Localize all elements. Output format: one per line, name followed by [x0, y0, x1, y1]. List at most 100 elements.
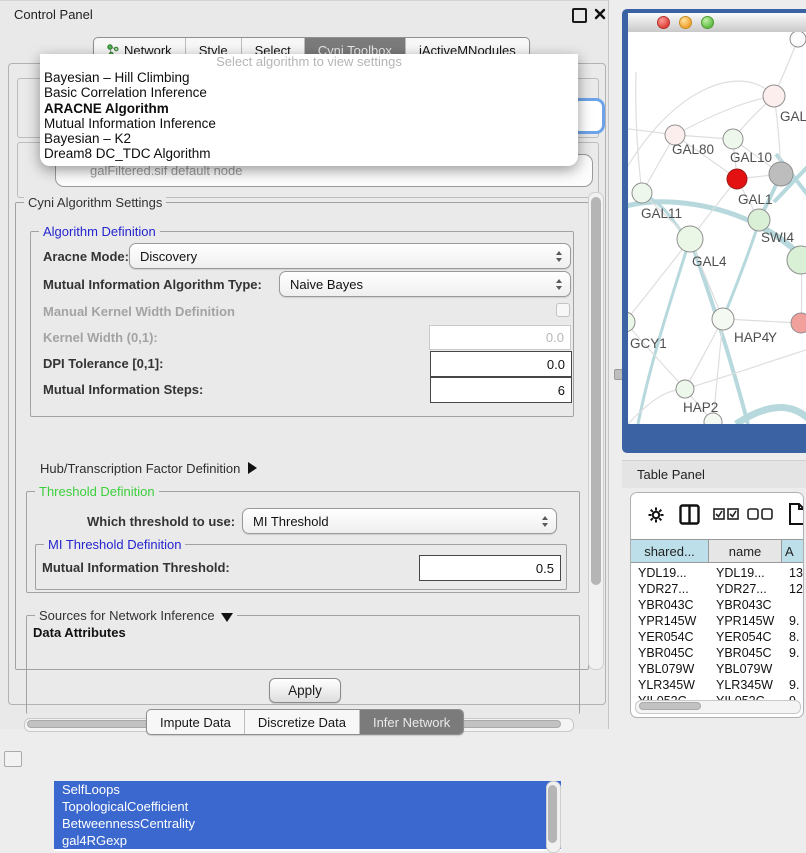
table-cell[interactable]: YDL19... — [709, 565, 782, 581]
aracne-mode-combobox[interactable]: Discovery — [129, 243, 571, 269]
table-row[interactable]: YBR043CYBR043C — [631, 597, 803, 613]
table-cell[interactable]: YER054C — [631, 629, 709, 645]
hub-transcription-factor-section[interactable]: Hub/Transcription Factor Definition — [40, 461, 257, 476]
network-node-hap4[interactable] — [712, 308, 734, 330]
tab-impute-data[interactable]: Impute Data — [147, 710, 244, 734]
tab-infer-network[interactable]: Infer Network — [359, 710, 463, 734]
network-node-swi4[interactable] — [748, 209, 770, 231]
cyni-algorithm-settings-panel: Cyni Algorithm Settings Algorithm Defini… — [15, 202, 589, 670]
table-cell[interactable]: YER054C — [709, 629, 782, 645]
table-cell[interactable]: YPR145W — [709, 613, 782, 629]
table-cell[interactable]: YLR345W — [709, 677, 782, 693]
table-cell[interactable]: YDL19... — [631, 565, 709, 581]
table-row[interactable]: YBL079WYBL079W — [631, 661, 803, 677]
expand-arrow-icon[interactable] — [248, 462, 257, 474]
network-node-y[interactable] — [791, 313, 806, 333]
table-row[interactable]: YPR145WYPR145W9. — [631, 613, 803, 629]
document-icon[interactable] — [788, 502, 804, 526]
network-node-gal10[interactable] — [723, 129, 743, 149]
table-row[interactable]: YDL19...YDL19...13 — [631, 565, 803, 581]
select-all-checkboxes-icon[interactable] — [713, 508, 739, 520]
threshold-definition-fieldset: Threshold Definition Which threshold to … — [26, 491, 580, 593]
table-cell[interactable]: YBR043C — [631, 597, 709, 613]
table-cell[interactable]: YLR345W — [631, 677, 709, 693]
apply-button[interactable]: Apply — [269, 678, 341, 703]
network-node-gal1[interactable] — [727, 169, 747, 189]
table-cell[interactable]: YDR27... — [631, 581, 709, 597]
threshold-definition-legend: Threshold Definition — [35, 484, 159, 499]
algorithm-option-aracne-algorithm[interactable]: ARACNE Algorithm — [40, 101, 578, 116]
settings-gear-icon[interactable] — [647, 506, 665, 524]
close-traffic-light[interactable] — [657, 16, 670, 29]
algorithm-option-basic-correlation-inference[interactable]: Basic Correlation Inference — [40, 85, 578, 100]
minimize-traffic-light[interactable] — [679, 16, 692, 29]
table-cell[interactable] — [782, 661, 803, 677]
table-cell[interactable]: YBL079W — [631, 661, 709, 677]
algorithm-option-dream8-dc-tdc-algorithm[interactable]: Dream8 DC_TDC Algorithm — [40, 146, 578, 161]
table-cell[interactable]: 13 — [782, 565, 803, 581]
data-attribute-item-topologicalcoefficient[interactable]: TopologicalCoefficient — [54, 798, 561, 815]
algorithm-option-mutual-information-inference[interactable]: Mutual Information Inference — [40, 116, 578, 131]
table-cell[interactable]: YPR145W — [631, 613, 709, 629]
kernel-width-input[interactable]: 0.0 — [429, 325, 571, 350]
manual-kernel-width-label: Manual Kernel Width Definition — [43, 304, 235, 319]
table-row[interactable]: YER054CYER054C8. — [631, 629, 803, 645]
table-cell[interactable]: 9. — [782, 613, 803, 629]
table-cell[interactable]: YBR045C — [631, 645, 709, 661]
combo-spinner-icon — [542, 516, 548, 527]
table-cell[interactable]: YDR27... — [709, 581, 782, 597]
table-cell[interactable]: 8. — [782, 629, 803, 645]
network-node-gcy1[interactable] — [628, 312, 635, 332]
mi-steps-input[interactable]: 6 — [430, 377, 572, 403]
manual-kernel-width-checkbox[interactable] — [556, 303, 570, 317]
close-icon[interactable] — [594, 8, 606, 20]
mi-algorithm-type-combobox[interactable]: Naive Bayes — [279, 271, 571, 297]
table-cell[interactable]: YBR043C — [709, 597, 782, 613]
zoom-traffic-light[interactable] — [701, 16, 714, 29]
table-cell[interactable]: 12 — [782, 581, 803, 597]
network-window-titlebar[interactable] — [628, 13, 806, 33]
table-cell[interactable]: YBR045C — [709, 645, 782, 661]
network-canvas[interactable]: GALGAL80GAL10GAL1GAL11SWI4GAL4GCY1HAP4YH… — [628, 32, 806, 424]
network-node-gal[interactable] — [763, 85, 785, 107]
network-node[interactable] — [787, 246, 806, 274]
network-node-gal4[interactable] — [677, 226, 703, 252]
algorithm-definition-fieldset: Algorithm Definition Aracne Mode: Discov… — [30, 231, 574, 417]
attribute-list-scrollbar[interactable] — [546, 781, 561, 853]
deselect-all-checkboxes-icon[interactable] — [747, 508, 773, 520]
settings-vertical-scrollbar[interactable] — [588, 192, 604, 670]
table-horizontal-scrollbar[interactable] — [635, 700, 801, 714]
column-header-clipped[interactable]: A — [782, 540, 803, 562]
network-node[interactable] — [769, 162, 793, 186]
data-attribute-item-gal4rgexp[interactable]: gal4RGexp — [54, 832, 561, 849]
mutual-information-threshold-input[interactable]: 0.5 — [419, 555, 561, 581]
table-row[interactable]: YDR27...YDR27...12 — [631, 581, 803, 597]
table-row[interactable]: YLR345WYLR345W9. — [631, 677, 803, 693]
table-cell[interactable] — [782, 597, 803, 613]
data-attribute-item-betweennesscentrality[interactable]: BetweennessCentrality — [54, 815, 561, 832]
node-label: GAL11 — [641, 206, 682, 221]
network-node[interactable] — [790, 32, 806, 47]
tab-label: Discretize Data — [258, 715, 346, 730]
data-attribute-item-selfloops[interactable]: SelfLoops — [54, 781, 561, 798]
collapse-arrow-icon[interactable] — [221, 613, 233, 622]
network-node-gal11[interactable] — [632, 183, 652, 203]
table-cell[interactable]: 9. — [782, 645, 803, 661]
table-row[interactable]: YBR045CYBR045C9. — [631, 645, 803, 661]
data-attributes-list[interactable]: SelfLoopsTopologicalCoefficientBetweenne… — [54, 781, 561, 851]
algorithm-option-bayesian-k2[interactable]: Bayesian – K2 — [40, 131, 578, 146]
dpi-tolerance-input[interactable]: 0.0 — [430, 351, 572, 377]
float-window-icon[interactable] — [572, 8, 587, 23]
docked-panel-icon[interactable] — [4, 751, 22, 767]
aracne-mode-label: Aracne Mode: — [43, 249, 129, 264]
table-cell[interactable]: YBL079W — [709, 661, 782, 677]
split-columns-icon[interactable] — [679, 504, 700, 525]
tab-discretize-data[interactable]: Discretize Data — [244, 710, 359, 734]
column-header-name[interactable]: name — [709, 540, 782, 562]
node-label: HAP4 — [734, 330, 770, 345]
column-header-shared[interactable]: shared... — [631, 540, 709, 562]
table-cell[interactable]: 9. — [782, 677, 803, 693]
network-node-hap2[interactable] — [676, 380, 694, 398]
algorithm-option-bayesian-hill-climbing[interactable]: Bayesian – Hill Climbing — [40, 70, 578, 85]
which-threshold-combobox[interactable]: MI Threshold — [242, 508, 557, 534]
